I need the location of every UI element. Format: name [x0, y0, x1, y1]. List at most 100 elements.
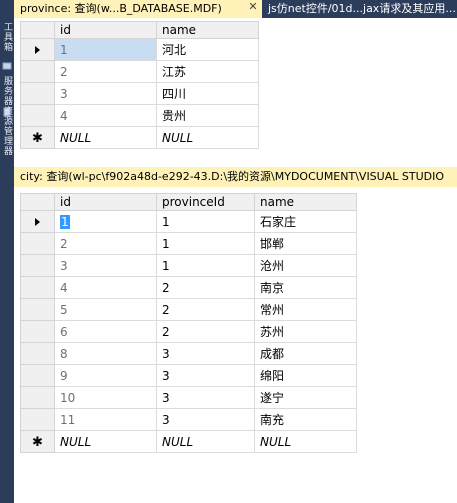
table-row[interactable]: 1 河北 [20, 38, 259, 61]
cell-provinceId[interactable]: 2 [156, 276, 255, 299]
new-row[interactable]: ✱ NULL NULL NULL [20, 430, 357, 453]
row-selector[interactable]: ✱ [20, 430, 55, 453]
cell-id[interactable]: 6 [54, 320, 157, 343]
table-row[interactable]: 3 1 沧州 [20, 254, 357, 277]
cell-id[interactable]: 11 [54, 408, 157, 431]
row-selector[interactable] [20, 38, 55, 61]
table-row[interactable]: 8 3 成都 [20, 342, 357, 365]
document-tab-bar: province: 查询(w...B_DATABASE.MDF) ✕ js仿ne… [14, 0, 457, 18]
table-row[interactable]: 4 2 南京 [20, 276, 357, 299]
column-header-id[interactable]: id [54, 193, 157, 211]
cell-id[interactable]: 1 [54, 38, 157, 61]
tab-province-query[interactable]: province: 查询(w...B_DATABASE.MDF) [14, 0, 262, 18]
server-explorer-label[interactable]: 服务器资源管理器 [2, 76, 12, 166]
cell-provinceId[interactable]: 3 [156, 364, 255, 387]
table-row[interactable]: 6 2 苏州 [20, 320, 357, 343]
cell-id[interactable]: 1 [54, 210, 157, 233]
province-results-pane: id name 1 河北 2 江苏 3 四川 4 贵州 ✱ NULL NULL [14, 18, 457, 153]
row-selector[interactable] [20, 232, 55, 255]
cell-provinceId[interactable]: 1 [156, 232, 255, 255]
cell-id-null[interactable]: NULL [54, 126, 157, 149]
asterisk-icon: ✱ [32, 434, 43, 450]
cell-id[interactable]: 4 [54, 104, 157, 127]
row-selector[interactable] [20, 408, 55, 431]
cell-name[interactable]: 苏州 [254, 320, 357, 343]
row-selector[interactable] [20, 320, 55, 343]
row-selector[interactable] [20, 298, 55, 321]
province-results-grid: id name 1 河北 2 江苏 3 四川 4 贵州 ✱ NULL NULL [20, 21, 259, 149]
cell-name[interactable]: 南京 [254, 276, 357, 299]
table-row[interactable]: 5 2 常州 [20, 298, 357, 321]
cell-id[interactable]: 2 [54, 232, 157, 255]
cell-provinceId[interactable]: 2 [156, 320, 255, 343]
cell-name[interactable]: 石家庄 [254, 210, 357, 233]
cell-id[interactable]: 3 [54, 254, 157, 277]
cell-provinceId[interactable]: 1 [156, 210, 255, 233]
cell-id[interactable]: 4 [54, 276, 157, 299]
cell-provinceId-null[interactable]: NULL [156, 430, 255, 453]
cell-id-null[interactable]: NULL [54, 430, 157, 453]
column-header-id[interactable]: id [54, 21, 157, 39]
city-results-pane: id provinceId name 1 1 石家庄 2 1 邯郸 3 1 沧州 4 2 南京 5 2 常州… [14, 187, 457, 503]
column-header-provinceId[interactable]: provinceId [156, 193, 255, 211]
row-selector[interactable] [20, 364, 55, 387]
cell-name[interactable]: 遂宁 [254, 386, 357, 409]
cell-provinceId[interactable]: 3 [156, 408, 255, 431]
cell-name-null[interactable]: NULL [254, 430, 357, 453]
row-selector[interactable] [20, 386, 55, 409]
tab-label: js仿net控件/01d...jax请求及其应用... [268, 2, 456, 15]
cell-id[interactable]: 5 [54, 298, 157, 321]
table-row[interactable]: 2 1 邯郸 [20, 232, 357, 255]
cell-id[interactable]: 8 [54, 342, 157, 365]
left-tool-strip: 工具箱 服务器资源管理器 [0, 0, 14, 503]
row-selector[interactable] [20, 210, 55, 233]
selected-cell-value: 1 [60, 214, 70, 229]
row-selector[interactable] [20, 104, 55, 127]
cell-provinceId[interactable]: 1 [156, 254, 255, 277]
cell-provinceId[interactable]: 2 [156, 298, 255, 321]
cell-provinceId[interactable]: 3 [156, 342, 255, 365]
cell-id[interactable]: 10 [54, 386, 157, 409]
cell-name[interactable]: 贵州 [156, 104, 259, 127]
table-row[interactable]: 2 江苏 [20, 60, 259, 83]
arrow-right-icon [35, 46, 40, 54]
cell-name-null[interactable]: NULL [156, 126, 259, 149]
row-selector[interactable] [20, 276, 55, 299]
column-header-name[interactable]: name [156, 21, 259, 39]
cell-name[interactable]: 成都 [254, 342, 357, 365]
table-row[interactable]: 4 贵州 [20, 104, 259, 127]
cell-name[interactable]: 绵阳 [254, 364, 357, 387]
row-selector-header[interactable] [20, 193, 55, 211]
table-row[interactable]: 10 3 遂宁 [20, 386, 357, 409]
table-row[interactable]: 9 3 绵阳 [20, 364, 357, 387]
table-row[interactable]: 3 四川 [20, 82, 259, 105]
cell-id[interactable]: 3 [54, 82, 157, 105]
cell-name[interactable]: 河北 [156, 38, 259, 61]
cell-name[interactable]: 江苏 [156, 60, 259, 83]
cell-name[interactable]: 邯郸 [254, 232, 357, 255]
cell-id[interactable]: 9 [54, 364, 157, 387]
row-selector[interactable] [20, 254, 55, 277]
table-row[interactable]: 1 1 石家庄 [20, 210, 357, 233]
row-selector[interactable] [20, 342, 55, 365]
row-selector[interactable]: ✱ [20, 126, 55, 149]
column-header-name[interactable]: name [254, 193, 357, 211]
cell-name[interactable]: 四川 [156, 82, 259, 105]
close-tab-icon[interactable]: ✕ [246, 0, 260, 18]
arrow-right-icon [35, 218, 40, 226]
row-selector[interactable] [20, 82, 55, 105]
row-selector-header[interactable] [20, 21, 55, 39]
tab-label: province: 查询(w...B_DATABASE.MDF) [20, 2, 222, 15]
cell-provinceId[interactable]: 3 [156, 386, 255, 409]
new-row[interactable]: ✱ NULL NULL [20, 126, 259, 149]
pane-separator [14, 153, 457, 167]
cell-name[interactable]: 常州 [254, 298, 357, 321]
city-query-caption: city: 查询(wl-pc\f902a48d-e292-43.D:\我的资源\… [14, 167, 457, 187]
table-row[interactable]: 11 3 南充 [20, 408, 357, 431]
cell-name[interactable]: 沧州 [254, 254, 357, 277]
cell-id[interactable]: 2 [54, 60, 157, 83]
cell-name[interactable]: 南充 [254, 408, 357, 431]
row-selector[interactable] [20, 60, 55, 83]
toolbox-label[interactable]: 工具箱 [2, 22, 12, 62]
tab-js-control[interactable]: js仿net控件/01d...jax请求及其应用... [264, 0, 457, 18]
